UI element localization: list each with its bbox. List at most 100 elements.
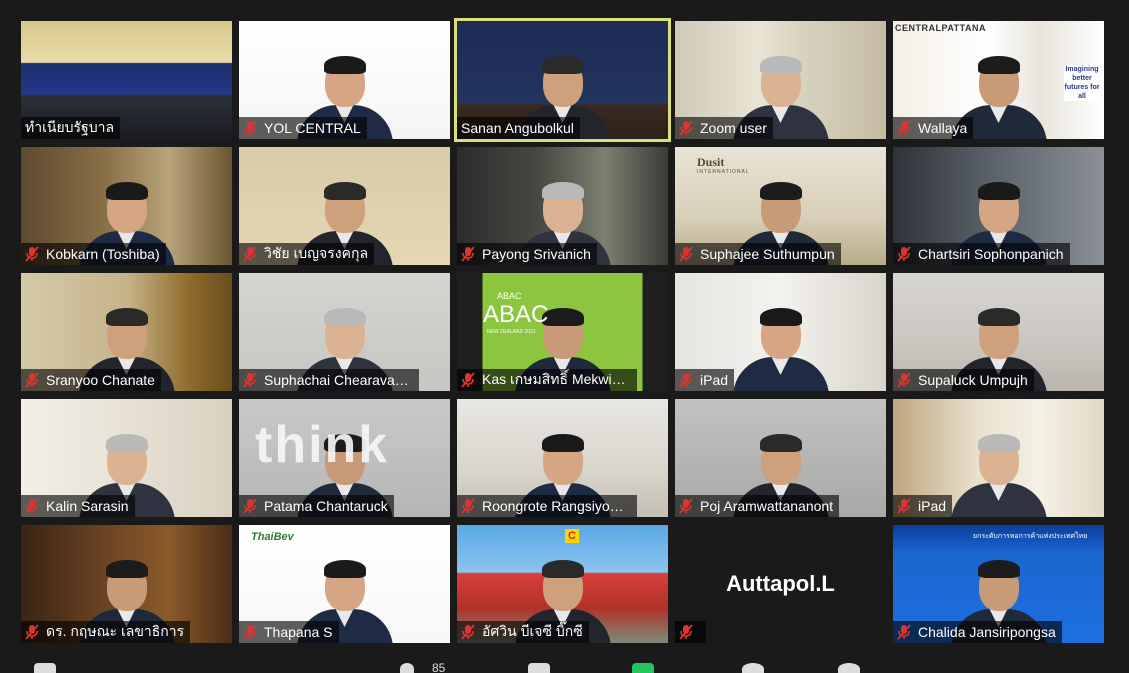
participant-name-tag: Suphajee Suthumpun: [675, 243, 841, 265]
participant-name-tag: Chartsiri Sophonpanich: [893, 243, 1070, 265]
participant-tile[interactable]: Supaluck Umpujh: [893, 273, 1104, 391]
mic-muted-icon: [679, 498, 693, 514]
participants-count: 85: [432, 661, 446, 673]
participant-tile[interactable]: CENTRALPATTANA Imagining better futures f…: [893, 21, 1104, 139]
participant-tile[interactable]: ยกระดับการหอการค้าแห่งประเทศไทย Chalida J…: [893, 525, 1104, 643]
participant-name: อัศวิน บีเจซี บิ๊กซี: [482, 623, 583, 639]
participant-tile[interactable]: วิชัย เบญจรงคกุล: [239, 147, 450, 265]
participant-tile[interactable]: Chartsiri Sophonpanich: [893, 147, 1104, 265]
participant-name-tag: Sanan Angubolkul: [457, 117, 580, 139]
participant-name-tag: Zoom user: [675, 117, 773, 139]
central-pattana-logo: CENTRALPATTANA: [895, 23, 986, 33]
participant-name-tag: Sranyoo Chanate: [21, 369, 161, 391]
abac-subtitle: NEW ZEALAND 2021: [487, 329, 536, 335]
participant-figure: [950, 434, 1047, 517]
participant-name-tag: Kalin Sarasin: [21, 495, 135, 517]
participant-tile[interactable]: iPad: [893, 399, 1104, 517]
mic-muted-icon: [461, 498, 475, 514]
participant-tile[interactable]: ABAC ABAC NEW ZEALAND 2021 Kas เกษมสิทธิ์ M…: [457, 273, 668, 391]
participant-name-tag: ทำเนียบรัฐบาล: [21, 117, 121, 139]
participant-name: YOL CENTRAL: [264, 120, 361, 136]
participant-name: Payong Srivanich: [482, 246, 591, 262]
participant-name: Poj Aramwattananont: [700, 498, 834, 514]
video-icon[interactable]: [34, 663, 56, 673]
participant-name: Thapana S: [264, 624, 333, 640]
participant-tile[interactable]: Poj Aramwattananont: [675, 399, 886, 517]
participant-name-tag: Supaluck Umpujh: [893, 369, 1034, 391]
participant-name: Suphajee Suthumpun: [700, 246, 835, 262]
participant-tile[interactable]: Payong Srivanich: [457, 147, 668, 265]
participant-tile[interactable]: ThaiBev Thapana S: [239, 525, 450, 643]
abac-big-logo: ABAC: [483, 301, 549, 328]
reactions-icon[interactable]: [838, 663, 860, 673]
participant-name-tag: Kobkarn (Toshiba): [21, 243, 166, 265]
mic-muted-icon: [461, 246, 475, 262]
participant-name-tag: YOL CENTRAL: [239, 117, 367, 139]
mic-muted-icon: [897, 498, 911, 514]
mic-muted-icon: [897, 372, 911, 388]
participant-name: Roongrote Rangsiyopash: [482, 498, 631, 514]
gallery-view-grid: ทำเนียบรัฐบาล YOL CENTRAL Sanan Angubolkul…: [21, 18, 1104, 643]
participant-tile[interactable]: Kalin Sarasin: [21, 399, 232, 517]
mic-muted-icon: [461, 372, 475, 388]
participant-name: iPad: [700, 372, 729, 388]
participant-name: วิชัย เบญจรงคกุล: [264, 245, 369, 261]
share-screen-icon[interactable]: [632, 663, 654, 673]
participant-tile[interactable]: Roongrote Rangsiyopash: [457, 399, 668, 517]
participant-name-tag: Kas เกษมสิทธิ์ Mekwichai: [457, 369, 637, 391]
participant-tile[interactable]: think Patama Chantaruck: [239, 399, 450, 517]
participant-name-tag: Patama Chantaruck: [239, 495, 394, 517]
participant-name: Wallaya: [918, 120, 968, 136]
abac-small-logo: ABAC: [497, 291, 522, 301]
mic-muted-icon: [25, 498, 39, 514]
bigc-logo: C: [565, 529, 579, 543]
participant-name: Kalin Sarasin: [46, 498, 129, 514]
participant-tile[interactable]: Zoom user: [675, 21, 886, 139]
participant-name: Zoom user: [700, 120, 767, 136]
mic-muted-icon: [897, 246, 911, 262]
participant-tile[interactable]: Suphachai Chearavanont: [239, 273, 450, 391]
dusit-logo: Dusit: [697, 155, 725, 169]
meeting-toolbar: 85: [0, 655, 1129, 673]
mic-muted-icon: [679, 246, 693, 262]
participant-tile[interactable]: ดร. กฤษณะ เลขาธิการ: [21, 525, 232, 643]
participant-name-tag: iPad: [675, 369, 735, 391]
chat-icon[interactable]: [528, 663, 550, 673]
mic-muted-icon: [25, 372, 39, 388]
participant-tile[interactable]: Dusit INTERNATIONAL Suphajee Suthumpun: [675, 147, 886, 265]
participant-name: Patama Chantaruck: [264, 498, 388, 514]
participant-tile[interactable]: Sranyoo Chanate: [21, 273, 232, 391]
participant-name-tag: Wallaya: [893, 117, 974, 139]
participant-name: iPad: [918, 498, 947, 514]
participant-tile[interactable]: C อัศวิน บีเจซี บิ๊กซี: [457, 525, 668, 643]
participant-tile[interactable]: Sanan Angubolkul: [454, 18, 671, 142]
participant-name-tag: ดร. กฤษณะ เลขาธิการ: [21, 621, 191, 643]
participant-name: ทำเนียบรัฐบาล: [25, 119, 115, 135]
think-wall-text: think: [255, 416, 390, 474]
participant-name: ดร. กฤษณะ เลขาธิการ: [46, 623, 185, 639]
participant-tile[interactable]: YOL CENTRAL: [239, 21, 450, 139]
mic-muted-icon: [243, 624, 257, 640]
participant-name: Sanan Angubolkul: [461, 120, 574, 136]
camera-off-name: Auttapol.L: [726, 571, 835, 596]
participant-tile[interactable]: Auttapol.L: [675, 525, 886, 643]
participant-name: Chartsiri Sophonpanich: [918, 246, 1064, 262]
participant-name-tag: Payong Srivanich: [457, 243, 597, 265]
participant-tile[interactable]: iPad: [675, 273, 886, 391]
participant-name-tag: อัศวิน บีเจซี บิ๊กซี: [457, 621, 589, 643]
record-icon[interactable]: [742, 663, 764, 673]
participant-name-tag: Thapana S: [239, 621, 339, 643]
participant-name-tag: Suphachai Chearavanont: [239, 369, 419, 391]
participant-name: Chalida Jansiripongsa: [918, 624, 1056, 640]
mic-muted-icon: [243, 246, 257, 262]
participant-tile[interactable]: ทำเนียบรัฐบาล: [21, 21, 232, 139]
participant-tile[interactable]: Kobkarn (Toshiba): [21, 147, 232, 265]
mic-muted-icon: [25, 624, 39, 640]
mic-muted-icon: [679, 372, 693, 388]
participant-name-tag: [675, 621, 706, 643]
gov-banner-text: ยกระดับการหอการค้าแห่งประเทศไทย: [973, 533, 1088, 540]
participant-name-tag: iPad: [893, 495, 953, 517]
participant-name: Sranyoo Chanate: [46, 372, 155, 388]
participants-icon[interactable]: [400, 663, 414, 673]
participant-name-tag: Roongrote Rangsiyopash: [457, 495, 637, 517]
